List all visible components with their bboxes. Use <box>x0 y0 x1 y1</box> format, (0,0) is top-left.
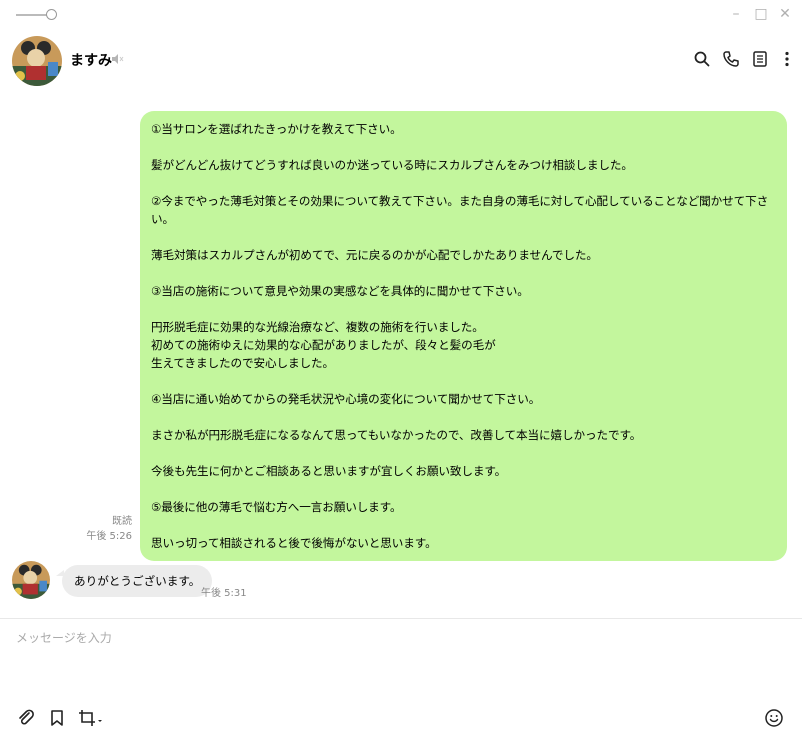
opacity-slider-track[interactable] <box>16 14 50 16</box>
their-message-time: 午後 5:31 <box>201 588 247 599</box>
chat-header: ますみ <box>0 30 802 90</box>
contact-avatar[interactable] <box>12 36 62 86</box>
my-message-time: 午後 5:26 <box>86 531 132 542</box>
my-message-bubble[interactable]: ①当サロンを選ばれたきっかけを教えて下さい。 髪がどんどん抜けてどうすれば良いの… <box>140 111 787 561</box>
close-button[interactable]: ✕ <box>777 6 793 22</box>
their-message-bubble[interactable]: ありがとうございます。 <box>62 565 213 597</box>
speaker-muted-icon <box>112 54 124 64</box>
read-receipt: 既読 <box>112 516 132 527</box>
bookmark-icon[interactable] <box>47 708 67 728</box>
paperclip-icon[interactable] <box>16 708 36 728</box>
contact-avatar-small[interactable] <box>12 561 50 599</box>
crop-icon[interactable] <box>77 708 105 728</box>
composer-divider <box>0 618 802 619</box>
smiley-icon[interactable] <box>764 708 784 728</box>
notes-icon[interactable] <box>751 50 769 68</box>
search-icon[interactable] <box>693 50 711 68</box>
title-bar: – □ ✕ <box>0 0 802 30</box>
maximize-button[interactable]: □ <box>753 6 769 22</box>
message-input[interactable] <box>14 630 778 646</box>
contact-name[interactable]: ますみ <box>70 50 112 70</box>
more-vertical-icon[interactable] <box>778 50 796 68</box>
minimize-button[interactable]: – <box>728 6 744 22</box>
phone-icon[interactable] <box>722 50 740 68</box>
opacity-slider-thumb[interactable] <box>46 9 57 20</box>
